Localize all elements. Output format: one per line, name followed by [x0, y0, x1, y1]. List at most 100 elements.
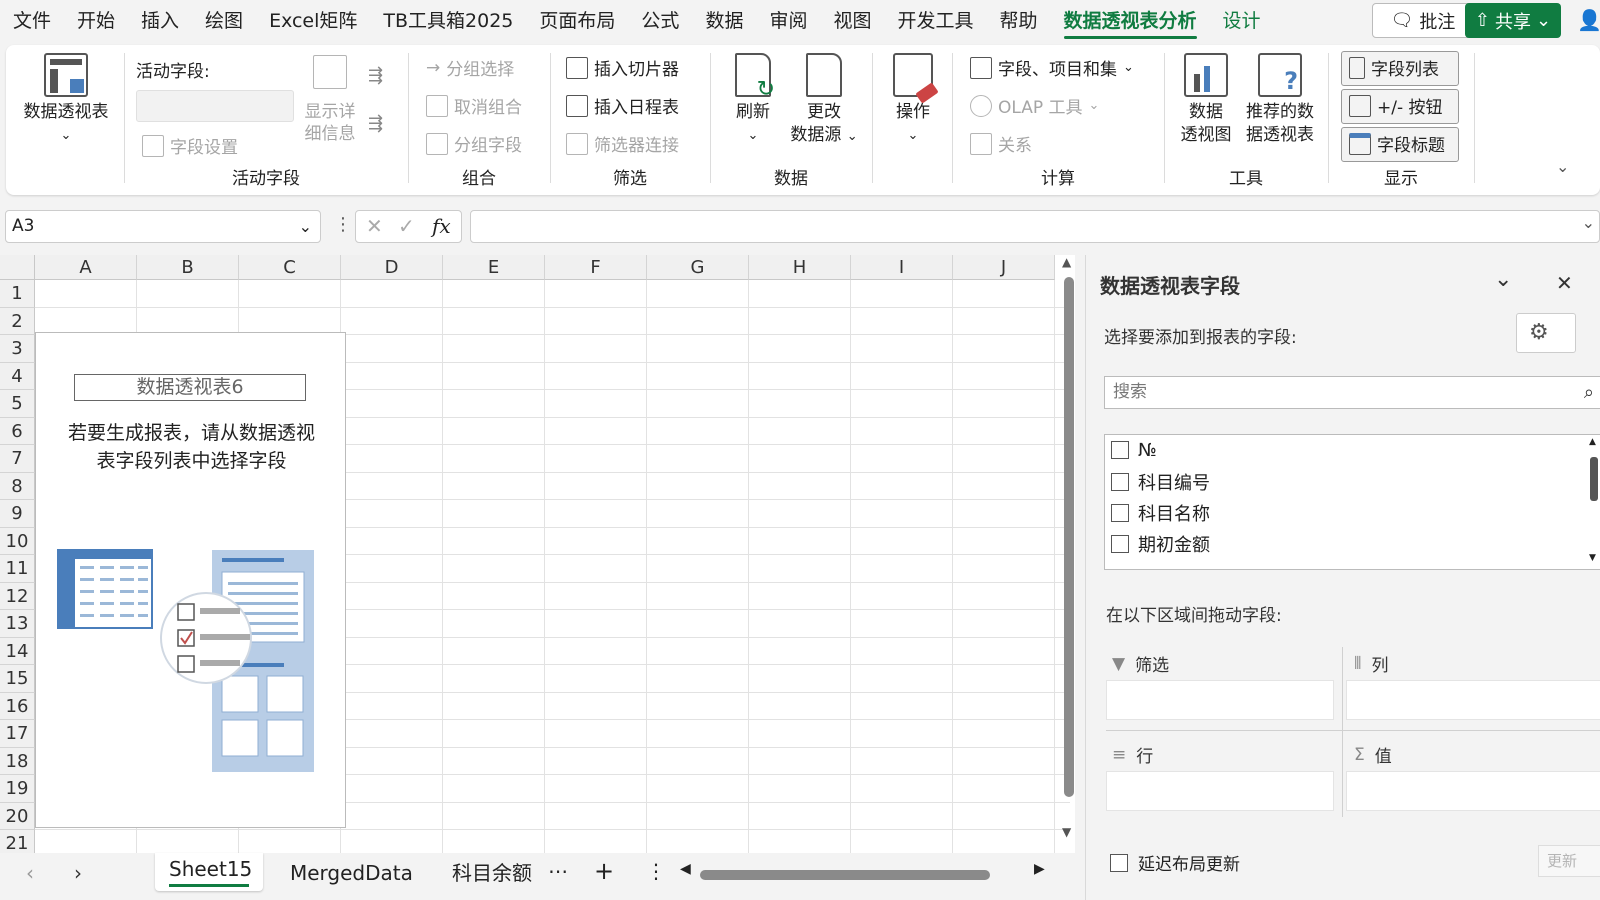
actions-button[interactable]: 操作 ⌄ [882, 53, 944, 147]
row-header[interactable]: 4 [0, 362, 35, 390]
list-scrollbar[interactable]: ▲ ▼ [1588, 435, 1600, 569]
column-header[interactable]: E [443, 255, 545, 280]
scroll-right-icon[interactable]: ▶ [1034, 861, 1045, 877]
more-sheets-icon[interactable]: ⋯ [548, 859, 568, 883]
expand-formula-icon[interactable]: ⌄ [1582, 213, 1595, 232]
column-header[interactable]: F [545, 255, 647, 280]
row-header[interactable]: 8 [0, 472, 35, 500]
row-header[interactable]: 10 [0, 527, 35, 555]
scroll-thumb[interactable] [1590, 457, 1598, 501]
field-item[interactable]: № [1111, 435, 1157, 465]
column-header[interactable]: H [749, 255, 851, 280]
pivot-chart-button[interactable]: 数据 透视图 [1172, 53, 1240, 147]
expand-field-icon[interactable]: ⇶ [368, 65, 383, 86]
tab-file[interactable]: 文件 [0, 0, 64, 42]
row-header[interactable]: 2 [0, 307, 35, 335]
show-details-button[interactable]: 显示详细信息 [300, 55, 360, 145]
update-button[interactable]: 更新 [1538, 845, 1600, 877]
defer-update-option[interactable]: 延迟布局更新 [1110, 850, 1240, 875]
group-selection-button[interactable]: → 分组选择 [426, 55, 514, 81]
row-header[interactable]: 6 [0, 417, 35, 445]
row-header[interactable]: 7 [0, 445, 35, 473]
tab-review[interactable]: 审阅 [756, 0, 820, 42]
row-header[interactable]: 18 [0, 747, 35, 775]
checkbox[interactable] [1111, 473, 1129, 491]
row-header[interactable]: 3 [0, 335, 35, 363]
tab-data[interactable]: 数据 [692, 0, 756, 42]
refresh-button[interactable]: ↻ 刷新 ⌄ [722, 53, 784, 147]
more-options-icon[interactable]: ⋮ [334, 214, 352, 235]
relationships-button[interactable]: 关系 [970, 131, 1032, 156]
insert-slicer-button[interactable]: 插入切片器 [566, 55, 679, 80]
search-input[interactable]: 搜索 ⌕ [1104, 376, 1600, 409]
next-sheet-icon[interactable]: › [74, 861, 82, 885]
filters-drop-area[interactable] [1106, 680, 1334, 720]
row-header[interactable]: 16 [0, 692, 35, 720]
group-field-button[interactable]: 分组字段 [426, 131, 522, 156]
tab-design[interactable]: 设计 [1210, 0, 1274, 42]
tab-insert[interactable]: 插入 [128, 0, 192, 42]
tab-excel-matrix[interactable]: Excel矩阵 [256, 0, 370, 42]
rows-drop-area[interactable] [1106, 771, 1334, 811]
checkbox[interactable] [1111, 504, 1129, 522]
row-header[interactable]: 15 [0, 665, 35, 693]
field-settings-button[interactable]: 字段设置 [142, 133, 238, 158]
vertical-scrollbar[interactable]: ▲ ▼ [1060, 255, 1078, 853]
scroll-down-icon[interactable]: ▼ [1062, 825, 1071, 839]
column-header[interactable]: J [953, 255, 1055, 280]
row-header[interactable]: 13 [0, 610, 35, 638]
pivot-table-placeholder[interactable]: 数据透视表6 若要生成报表，请从数据透视 表字段列表中选择字段 [35, 332, 346, 828]
columns-drop-area[interactable] [1346, 680, 1600, 720]
scroll-down-icon[interactable]: ▼ [1589, 553, 1596, 563]
field-item[interactable]: 科目编号 [1111, 467, 1210, 497]
field-item[interactable]: 期初金额 [1111, 529, 1210, 559]
tab-formulas[interactable]: 公式 [628, 0, 692, 42]
sheet-tab-active[interactable]: Sheet15 [155, 853, 263, 891]
values-drop-area[interactable] [1346, 771, 1600, 811]
enter-icon[interactable]: ✓ [398, 214, 415, 238]
add-sheet-icon[interactable]: + [594, 857, 614, 885]
ungroup-button[interactable]: 取消组合 [426, 93, 522, 118]
tab-view[interactable]: 视图 [820, 0, 884, 42]
row-header[interactable]: 20 [0, 802, 35, 830]
tab-pivot-analyze[interactable]: 数据透视表分析 [1051, 0, 1210, 42]
filter-connections-button[interactable]: 筛选器连接 [566, 131, 679, 156]
tab-help[interactable]: 帮助 [987, 0, 1051, 42]
column-header[interactable]: D [341, 255, 443, 280]
function-icon[interactable]: fx [432, 214, 451, 238]
chevron-down-icon[interactable]: ⌄ [299, 211, 312, 242]
tab-page-layout[interactable]: 页面布局 [526, 0, 628, 42]
worksheet-grid[interactable]: ABCDEFGHIJ 1 2 3 4 5 6 7 8 9 10 11 12 13 14 15 16 17 18 19… [0, 255, 1075, 853]
change-source-button[interactable]: 更改 数据源 ⌄ [786, 53, 862, 148]
share-button[interactable]: ⇧ 共享 ⌄ [1465, 3, 1561, 38]
olap-tools-button[interactable]: OLAP 工具 ⌄ [970, 93, 1099, 118]
account-icon[interactable]: 👤 [1577, 8, 1600, 32]
collapse-ribbon-icon[interactable]: ⌄ [1556, 157, 1569, 176]
recommended-pivot-button[interactable]: ? 推荐的数 据透视表 [1240, 53, 1320, 147]
close-icon[interactable]: ✕ [1556, 271, 1573, 295]
sheet-tab[interactable]: 科目余额 [452, 858, 532, 888]
row-header[interactable]: 1 [0, 280, 35, 308]
tab-tb-toolbox[interactable]: TB工具箱2025 [370, 0, 526, 42]
row-header[interactable]: 12 [0, 582, 35, 610]
name-box[interactable]: A3 ⌄ [5, 210, 321, 243]
chevron-down-icon[interactable]: ⌄ [1494, 267, 1512, 292]
more-options-icon[interactable]: ⋮ [646, 859, 666, 883]
row-header[interactable]: 9 [0, 500, 35, 528]
scroll-thumb[interactable] [1064, 277, 1074, 797]
sheet-tab[interactable]: MergedData [290, 858, 413, 888]
column-header[interactable]: C [239, 255, 341, 280]
scroll-up-icon[interactable]: ▲ [1589, 437, 1596, 447]
prev-sheet-icon[interactable]: ‹ [26, 861, 34, 885]
insert-timeline-button[interactable]: 插入日程表 [566, 93, 679, 118]
column-header[interactable]: B [137, 255, 239, 280]
row-header[interactable]: 14 [0, 637, 35, 665]
collapse-field-icon[interactable]: ⇶ [368, 113, 383, 134]
cancel-icon[interactable]: ✕ [366, 214, 383, 238]
formula-input[interactable]: ⌄ [470, 210, 1600, 243]
row-header[interactable]: 21 [0, 830, 35, 853]
field-item[interactable]: 科目名称 [1111, 498, 1210, 528]
tab-home[interactable]: 开始 [64, 0, 128, 42]
checkbox[interactable] [1110, 853, 1128, 872]
checkbox[interactable] [1111, 441, 1129, 459]
